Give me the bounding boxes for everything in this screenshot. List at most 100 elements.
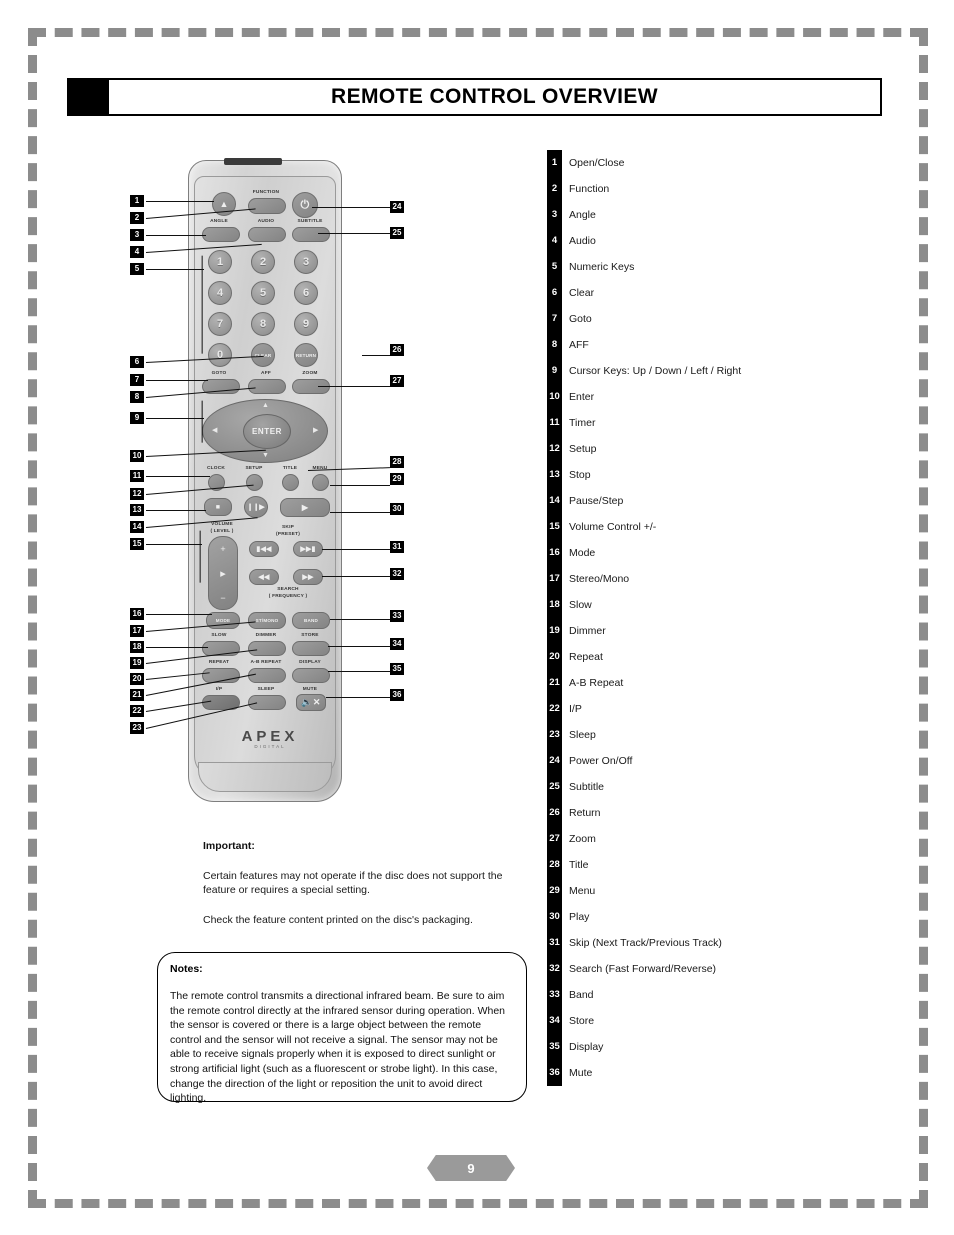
leader-31 (322, 549, 390, 551)
subtitle-button[interactable] (292, 227, 330, 242)
legend-label: Return (569, 807, 601, 819)
legend-item-12: 12 Setup (547, 436, 887, 462)
leader-18 (146, 647, 208, 649)
menu-button[interactable] (312, 474, 329, 491)
legend-number: 8 (551, 339, 558, 350)
skip-sublabel: (PRESET) (276, 532, 300, 537)
legend-number: 33 (549, 989, 560, 1000)
setup-button[interactable] (246, 474, 263, 491)
numeric-key-9[interactable]: 9 (294, 312, 318, 336)
search-forward-button[interactable]: ▶▶ (293, 569, 323, 585)
callout-9: 9 (130, 412, 144, 424)
mute-label: MUTE (302, 687, 318, 692)
ab-repeat-button[interactable] (248, 668, 286, 683)
callout-1: 1 (130, 195, 144, 207)
remote-control-diagram: ▲ FUNCTION ⏻ ANGLE AUDIO SUBTITLE 1 2 3 … (120, 150, 420, 810)
numeric-key-7[interactable]: 7 (208, 312, 232, 336)
leader-30 (330, 512, 390, 514)
callout-2: 2 (130, 212, 144, 224)
legend-item-4: 4 Audio (547, 228, 887, 254)
leader-24 (312, 207, 390, 209)
callout-28: 28 (390, 456, 404, 468)
display-button[interactable] (292, 668, 330, 683)
store-label: STORE (301, 633, 319, 638)
remote-bottom-edge (198, 762, 332, 792)
page-header: REMOTE CONTROL OVERVIEW (67, 78, 882, 116)
leader-35 (328, 671, 390, 673)
cursor-dpad[interactable]: ▲ ▼ ◀ ▶ ENTER (202, 399, 328, 463)
legend-number: 18 (549, 599, 560, 610)
audio-button[interactable] (248, 227, 286, 242)
legend-label: Band (569, 989, 594, 1001)
callout-4: 4 (130, 246, 144, 258)
legend-label: Play (569, 911, 590, 923)
cursor-up-icon[interactable]: ▲ (262, 402, 269, 409)
power-button[interactable]: ⏻ (292, 192, 318, 218)
legend-number: 30 (549, 911, 560, 922)
callout-17: 17 (130, 625, 144, 637)
enter-button[interactable]: ENTER (243, 414, 291, 449)
angle-button[interactable] (202, 227, 240, 242)
callout-35: 35 (390, 663, 404, 675)
numeric-key-4[interactable]: 4 (208, 281, 232, 305)
store-button[interactable] (292, 641, 330, 656)
numeric-key-6[interactable]: 6 (294, 281, 318, 305)
numeric-key-1[interactable]: 1 (208, 250, 232, 274)
volume-up-icon[interactable]: + (220, 544, 225, 554)
legend-number: 5 (551, 261, 558, 272)
stop-button[interactable]: ■ (204, 498, 232, 516)
legend-label: Volume Control +/- (569, 521, 657, 533)
volume-down-icon[interactable]: − (220, 593, 225, 603)
leader-25 (318, 233, 390, 235)
callout-3: 3 (130, 229, 144, 241)
ab-repeat-label: A-B REPEAT (250, 660, 282, 665)
legend-number: 34 (549, 1015, 560, 1026)
pause-step-button[interactable]: ❙❙▶ (244, 496, 268, 518)
legend-item-10: 10 Enter (547, 384, 887, 410)
legend-item-21: 21 A-B Repeat (547, 670, 887, 696)
dimmer-button[interactable] (248, 641, 286, 656)
search-sublabel: ( FREQUENCY ) (268, 594, 308, 599)
important-paragraph-1: Certain features may not operate if the … (203, 870, 503, 896)
callout-30: 30 (390, 503, 404, 515)
band-button[interactable]: BAND (292, 612, 330, 629)
cursor-down-icon[interactable]: ▼ (262, 452, 269, 459)
legend-label: Function (569, 183, 610, 195)
leader-5 (146, 269, 204, 271)
numeric-key-2[interactable]: 2 (251, 250, 275, 274)
audio-label: AUDIO (257, 219, 275, 224)
return-button[interactable]: RETURN (294, 343, 318, 367)
leader-3 (146, 235, 206, 237)
angle-label: ANGLE (210, 219, 228, 224)
legend-item-33: 33 Band (547, 982, 887, 1008)
numeric-key-0[interactable]: 0 (208, 343, 232, 367)
callout-29: 29 (390, 473, 404, 485)
numeric-key-8[interactable]: 8 (251, 312, 275, 336)
legend-label: Search (Fast Forward/Reverse) (569, 963, 717, 975)
cursor-right-icon[interactable]: ▶ (313, 427, 318, 434)
play-button[interactable]: ▶ (280, 498, 330, 517)
title-button[interactable] (282, 474, 299, 491)
dimmer-label: DIMMER (255, 633, 277, 638)
numeric-key-5[interactable]: 5 (251, 281, 275, 305)
cursor-left-icon[interactable]: ◀ (212, 427, 217, 434)
volume-control[interactable]: + ▸ − (208, 536, 238, 610)
callout-11: 11 (130, 470, 144, 482)
leader-9-bracket (201, 400, 203, 443)
legend-number: 3 (551, 209, 558, 220)
legend-item-27: 27 Zoom (547, 826, 887, 852)
function-button[interactable] (248, 198, 286, 214)
legend-number: 7 (551, 313, 558, 324)
leader-16 (146, 614, 212, 616)
skip-next-button[interactable]: ▶▶▮ (293, 541, 323, 557)
subtitle-label: SUBTITLE (297, 219, 323, 224)
legend-label: Slow (569, 599, 592, 611)
callout-32: 32 (390, 568, 404, 580)
search-reverse-button[interactable]: ◀◀ (249, 569, 279, 585)
mute-button[interactable]: 🔈✕ (296, 694, 326, 711)
legend-item-2: 2 Function (547, 176, 887, 202)
skip-previous-button[interactable]: ▮◀◀ (249, 541, 279, 557)
callout-5: 5 (130, 263, 144, 275)
callout-8: 8 (130, 391, 144, 403)
numeric-key-3[interactable]: 3 (294, 250, 318, 274)
